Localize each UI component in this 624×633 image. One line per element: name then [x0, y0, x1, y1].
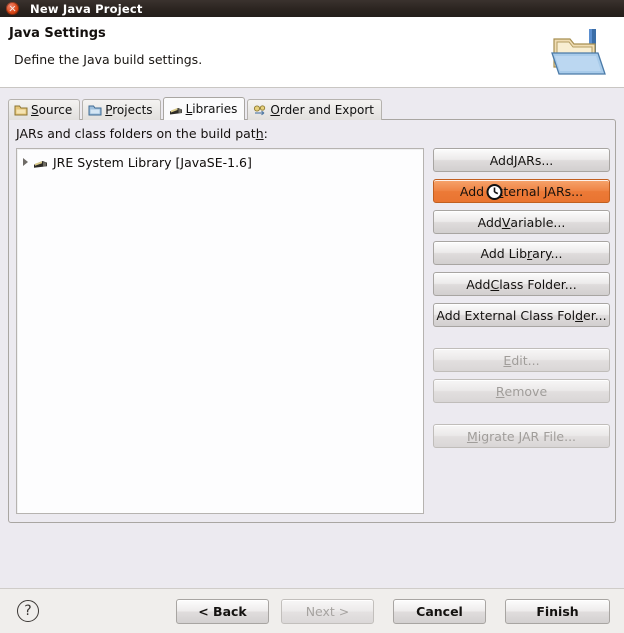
help-icon[interactable]: ?	[17, 600, 39, 622]
add-library-button[interactable]: Add Lib r ary...	[433, 241, 610, 265]
build-path-list[interactable]: JRE System Library [JavaSE-1.6]	[16, 148, 424, 514]
add-external-class-folder-button[interactable]: Add External Class Fol d er...	[433, 303, 610, 327]
tab-source[interactable]: Source	[8, 99, 81, 120]
edit-button: Edit...	[433, 348, 610, 372]
add-external-jars-button[interactable]: Add Ex ternal JARs...	[433, 179, 610, 203]
page-title: Java Settings	[9, 26, 106, 41]
window-titlebar: New Java Project	[0, 0, 624, 17]
next-button: Next >	[281, 599, 374, 624]
settings-tabs: Source Projects Libraries Order and Expo…	[8, 97, 384, 120]
source-folder-icon	[14, 105, 28, 115]
projects-folder-icon	[88, 105, 102, 115]
tab-libraries[interactable]: Libraries	[162, 97, 246, 120]
tab-libraries-label: Libraries	[185, 102, 238, 116]
finish-button[interactable]: Finish	[505, 599, 610, 624]
new-java-project-dialog: New Java Project Java Settings Define th…	[0, 0, 624, 633]
order-export-icon	[254, 104, 266, 115]
tab-projects[interactable]: Projects	[82, 99, 161, 120]
cancel-button[interactable]: Cancel	[393, 599, 486, 624]
page-subtitle: Define the Java build settings.	[14, 52, 203, 67]
tab-order-and-export[interactable]: Order and Export	[247, 99, 382, 120]
library-actions: Add J ARs... Add Ex ternal JARs... Add Var…	[433, 148, 610, 455]
add-jars-button[interactable]: Add J ARs...	[433, 148, 610, 172]
remove-button: Remove	[433, 379, 610, 403]
add-class-folder-button[interactable]: Add Class Folder...	[433, 272, 610, 296]
tab-projects-label: Projects	[105, 103, 153, 117]
list-item[interactable]: JRE System Library [JavaSE-1.6]	[17, 152, 423, 172]
expand-triangle-icon[interactable]	[23, 158, 28, 166]
dialog-header: Java Settings Define the Java build sett…	[0, 17, 624, 88]
java-project-folder-icon	[551, 29, 606, 75]
window-title: New Java Project	[30, 1, 143, 16]
migrate-jar-file-button: Migrate JAR File...	[433, 424, 610, 448]
close-icon[interactable]	[6, 2, 19, 15]
list-item-label: JRE System Library [JavaSE-1.6]	[53, 154, 252, 170]
back-button[interactable]: < Back	[176, 599, 269, 624]
libraries-panel: JARs and class folders on the build path…	[8, 119, 616, 523]
libraries-icon	[169, 107, 182, 114]
library-icon	[34, 160, 47, 168]
add-variable-button[interactable]: Add Variable...	[433, 210, 610, 234]
tab-order-and-export-label: Order and Export	[270, 103, 374, 117]
tab-source-label: Source	[31, 103, 73, 117]
dialog-footer: ? < Back Next > Cancel Finish	[0, 589, 624, 633]
build-path-label: JARs and class folders on the build path…	[16, 126, 268, 141]
